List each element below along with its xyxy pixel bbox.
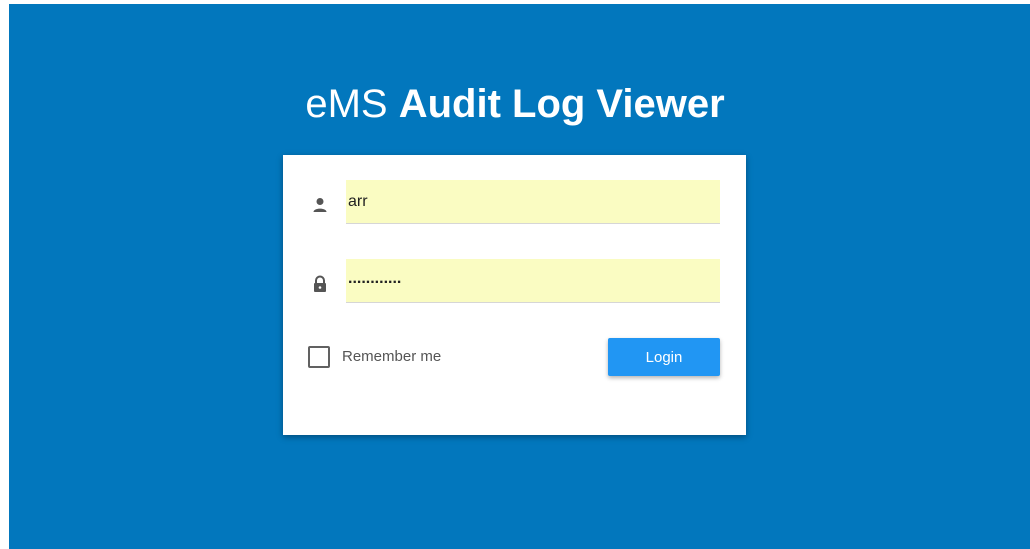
login-button[interactable]: Login — [608, 338, 720, 376]
remember-me-label[interactable]: Remember me — [342, 348, 441, 365]
login-card: ............ Remember me Login — [283, 155, 746, 435]
title-app-name: Audit Log Viewer — [398, 82, 725, 126]
remember-me-checkbox[interactable] — [308, 346, 330, 368]
page-title: eMS Audit Log Viewer — [0, 78, 1030, 130]
username-input[interactable] — [346, 180, 720, 224]
person-icon — [310, 195, 330, 215]
password-input[interactable]: ............ — [346, 259, 720, 303]
lock-icon — [310, 274, 330, 294]
title-brand: eMS — [305, 82, 388, 126]
